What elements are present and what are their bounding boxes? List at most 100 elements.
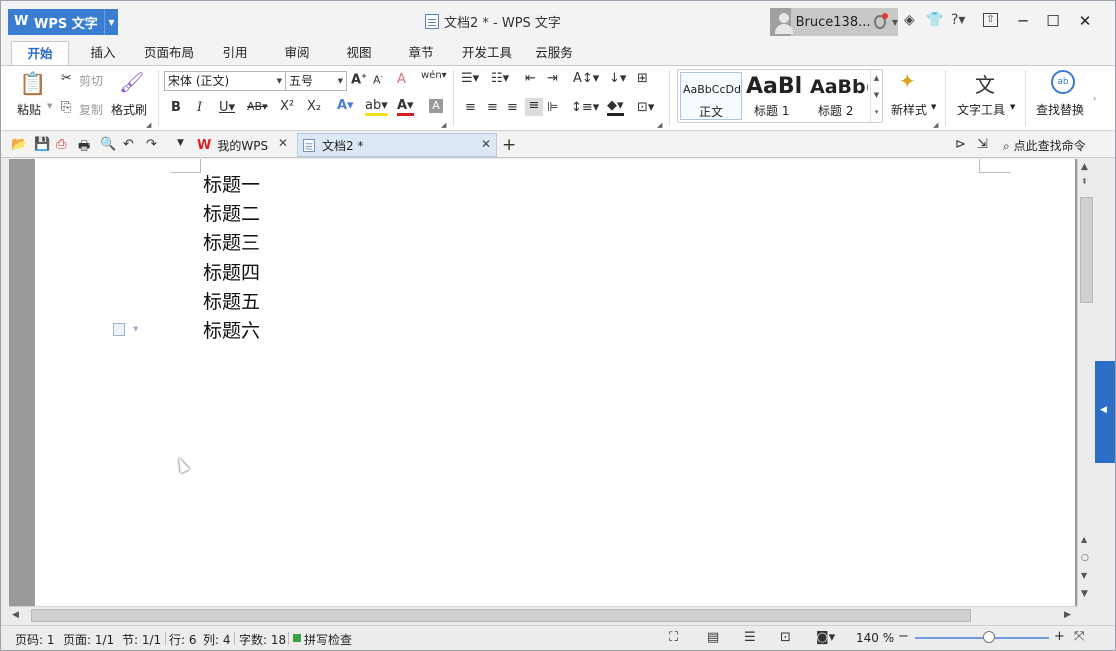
tab-sections[interactable]: 章节: [399, 41, 443, 65]
text-line[interactable]: 标题三: [203, 229, 260, 258]
print-preview-icon[interactable]: 🔍: [100, 137, 116, 152]
horizontal-scroll-thumb[interactable]: [31, 609, 971, 622]
style-heading-1[interactable]: AaBl 标题 1: [744, 72, 806, 120]
shirt-icon[interactable]: 👕: [926, 12, 943, 28]
print-icon[interactable]: 🖶: [78, 137, 90, 159]
line-spacing-icon[interactable]: ↕≡▾: [571, 100, 599, 115]
avatar[interactable]: [770, 8, 793, 36]
vertical-scrollbar[interactable]: ▲ ⇞ ▲ ○ ▼ ▼: [1077, 159, 1095, 606]
word-count[interactable]: 字数: 18: [239, 631, 286, 648]
format-painter-icon[interactable]: 🖌: [119, 70, 144, 94]
grow-font-icon[interactable]: A+: [351, 72, 367, 87]
skin-icon[interactable]: ◈: [904, 12, 915, 28]
zoom-in-icon[interactable]: +: [1054, 629, 1065, 644]
underline-icon[interactable]: U▾: [219, 100, 235, 115]
share-icon[interactable]: ⇲: [977, 137, 988, 152]
strikethrough-icon[interactable]: AB▾: [247, 100, 268, 113]
outline-view-icon[interactable]: ☰: [744, 630, 756, 645]
italic-icon[interactable]: I: [197, 100, 202, 115]
scroll-down-icon[interactable]: ▼: [1081, 589, 1088, 599]
scroll-right-icon[interactable]: ▶: [1064, 610, 1071, 620]
distributed-icon[interactable]: ⊫: [547, 100, 558, 115]
tab-references[interactable]: 引用: [213, 41, 257, 65]
new-tab-icon[interactable]: +: [502, 135, 516, 155]
maximize-button[interactable]: ☐: [1041, 10, 1065, 32]
eye-protection-icon[interactable]: ◙▾: [816, 630, 835, 645]
qat-customize-icon[interactable]: ▼: [177, 138, 184, 148]
horizontal-scrollbar[interactable]: ◀ ▶: [9, 606, 1077, 624]
command-search[interactable]: ⌕ 点此查找命令: [1003, 137, 1086, 154]
align-left-icon[interactable]: ≡: [465, 100, 476, 115]
font-name-select[interactable]: 宋体 (正文) ▼: [164, 71, 286, 91]
zoom-level[interactable]: 140 %: [856, 631, 894, 645]
paste-button[interactable]: 粘贴: [17, 101, 41, 118]
document-page[interactable]: 标题一 标题二 标题三 标题四 标题五 标题六 ▼: [35, 159, 1075, 606]
align-right-icon[interactable]: ≡: [507, 100, 518, 115]
chevron-down-icon[interactable]: ▼: [892, 18, 898, 27]
clear-format-icon[interactable]: A: [397, 72, 406, 87]
web-view-icon[interactable]: ⊡: [780, 630, 791, 645]
text-tools-button[interactable]: 文字工具: [957, 101, 1005, 118]
scroll-left-icon[interactable]: ◀: [12, 610, 19, 620]
text-line[interactable]: 标题一: [203, 171, 260, 200]
phonetic-guide-icon[interactable]: wén▾: [421, 70, 447, 81]
highlight-icon[interactable]: ab▾: [365, 98, 388, 116]
page-view-icon[interactable]: ▤: [707, 630, 719, 645]
scissors-icon[interactable]: ✂: [61, 71, 72, 86]
chevron-down-icon[interactable]: ▼: [931, 103, 936, 111]
page-up-icon[interactable]: ⇞: [1081, 177, 1088, 186]
table-icon[interactable]: ⊞: [637, 71, 648, 86]
minimize-button[interactable]: ─: [1011, 10, 1035, 32]
scroll-up-icon[interactable]: ▲: [1081, 162, 1088, 172]
numbering-icon[interactable]: ☷▾: [491, 71, 509, 86]
text-tools-icon[interactable]: 文: [975, 69, 995, 98]
tab-review[interactable]: 审阅: [275, 41, 319, 65]
find-replace-icon[interactable]: ab: [1051, 70, 1075, 94]
zoom-slider-handle[interactable]: [983, 631, 995, 643]
doc-tab-document2[interactable]: 文档2 * ✕: [297, 133, 497, 157]
format-painter-button[interactable]: 格式刷: [111, 101, 147, 118]
vip-badge-icon[interactable]: [874, 13, 889, 29]
justify-icon[interactable]: ≡: [525, 98, 543, 116]
text-direction-icon[interactable]: A↕▾: [573, 71, 599, 86]
chevron-down-icon[interactable]: ▼: [104, 9, 118, 35]
feedback-icon[interactable]: ⊳: [955, 137, 966, 152]
tab-cloud[interactable]: 云服务: [529, 41, 579, 65]
save-icon[interactable]: 💾: [34, 137, 50, 152]
restore-ribbon-icon[interactable]: ⇧: [983, 13, 998, 27]
chevron-down-icon[interactable]: ▼: [47, 102, 52, 110]
dialog-launcher-icon[interactable]: ◢: [441, 121, 446, 129]
tab-page-layout[interactable]: 页面布局: [139, 41, 199, 65]
chevron-down-icon[interactable]: ▼: [1010, 103, 1015, 111]
tab-developer[interactable]: 开发工具: [457, 41, 517, 65]
shading-icon[interactable]: ◆▾: [607, 98, 624, 116]
style-heading-2[interactable]: AaBb( 标题 2: [808, 72, 868, 120]
section-number[interactable]: 节: 1/1: [122, 631, 161, 648]
redo-icon[interactable]: ↷: [146, 137, 157, 152]
bullets-icon[interactable]: ☰▾: [461, 71, 479, 86]
text-line[interactable]: 标题二: [203, 200, 260, 229]
dialog-launcher-icon[interactable]: ◢: [146, 121, 151, 129]
text-line[interactable]: 标题四: [203, 259, 260, 288]
page-count[interactable]: 页面: 1/1: [63, 631, 114, 648]
tab-home[interactable]: 开始: [11, 41, 69, 65]
prev-page-icon[interactable]: ▲: [1081, 535, 1087, 544]
increase-indent-icon[interactable]: ⇥: [547, 71, 558, 86]
style-normal[interactable]: AaBbCcDd 正文: [680, 72, 742, 120]
column-number[interactable]: 列: 4: [203, 631, 231, 648]
text-line[interactable]: 标题六: [203, 317, 260, 346]
font-color-icon[interactable]: A▾: [397, 98, 414, 116]
gallery-scroll[interactable]: ▲ ▼ ▾: [870, 70, 882, 122]
close-button[interactable]: ✕: [1073, 10, 1097, 32]
page-number[interactable]: 页码: 1: [15, 631, 55, 648]
chevron-down-icon[interactable]: ▼: [133, 325, 138, 333]
dialog-launcher-icon[interactable]: ◢: [933, 121, 938, 129]
borders-icon[interactable]: ⊡▾: [637, 100, 654, 115]
copy-icon[interactable]: ⎘: [61, 100, 71, 115]
spell-check[interactable]: 拼写检查: [304, 631, 352, 648]
copy-button[interactable]: 复制: [79, 101, 103, 118]
shrink-font-icon[interactable]: A-: [373, 73, 383, 87]
select-browse-icon[interactable]: ○: [1081, 553, 1089, 563]
sort-icon[interactable]: ↓▾: [609, 71, 626, 86]
chevron-right-icon[interactable]: ›: [1093, 94, 1096, 103]
